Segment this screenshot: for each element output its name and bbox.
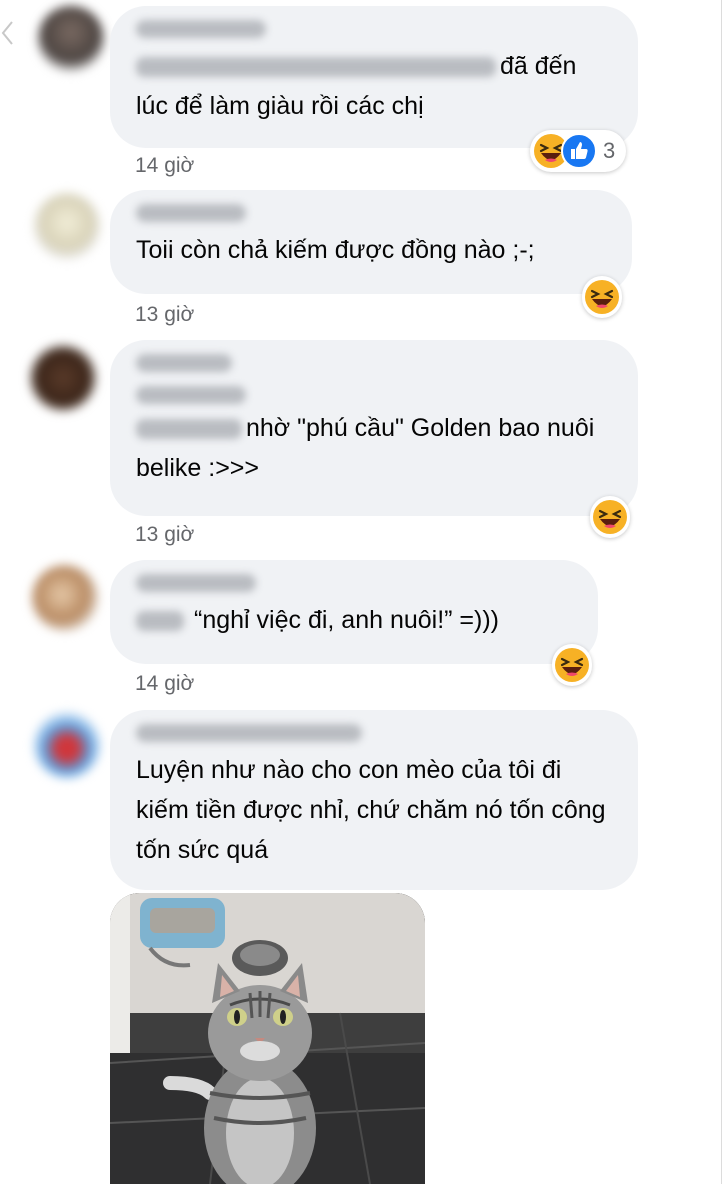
emoji-redacted — [136, 611, 184, 632]
author-name-redacted — [136, 354, 232, 372]
reactions-summary[interactable] — [552, 644, 592, 686]
comment-bubble[interactable]: Luyện như nào cho con mèo của tôi đi kiế… — [110, 710, 638, 890]
reactions-summary[interactable] — [582, 276, 622, 318]
comment-text-content: Luyện như nào cho con mèo của tôi đi kiế… — [136, 756, 606, 864]
author-name-redacted — [136, 386, 246, 404]
comment-bubble[interactable]: Toii còn chả kiếm được đồng nào ;-; — [110, 190, 632, 294]
comment-time[interactable]: 14 giờ — [135, 672, 194, 696]
comment-time[interactable]: 14 giờ — [135, 154, 194, 178]
avatar[interactable] — [34, 193, 100, 259]
avatar[interactable] — [32, 565, 98, 631]
avatar[interactable] — [34, 712, 100, 778]
comment-text: nhờ "phú cầu" Golden bao nuôi belike :>>… — [136, 408, 612, 488]
comment-text-content: “nghỉ việc đi, anh nuôi!” =))) — [194, 606, 500, 634]
comment-text: “nghỉ việc đi, anh nuôi!” =))) — [136, 600, 572, 640]
author-name-redacted — [136, 20, 266, 38]
avatar[interactable] — [38, 6, 104, 72]
reaction-count: 3 — [603, 138, 616, 163]
haha-icon — [593, 500, 627, 534]
author-name-redacted — [136, 724, 362, 742]
mention-redacted — [136, 419, 242, 440]
attached-photo[interactable] — [110, 893, 425, 1184]
haha-icon — [585, 280, 619, 314]
comment-bubble[interactable]: nhờ "phú cầu" Golden bao nuôi belike :>>… — [110, 340, 638, 516]
haha-icon — [555, 648, 589, 682]
author-name-redacted — [136, 574, 256, 592]
comment-time[interactable]: 13 giờ — [135, 523, 194, 547]
avatar[interactable] — [30, 345, 96, 411]
comment-text-content: Toii còn chả kiếm được đồng nào ;-; — [136, 236, 535, 264]
reactions-summary[interactable]: 3 — [530, 130, 627, 172]
cat-photo-image — [110, 893, 425, 1184]
like-icon — [561, 133, 597, 169]
reactions-summary[interactable] — [590, 496, 630, 538]
comment-time[interactable]: 13 giờ — [135, 303, 194, 327]
comment-bubble[interactable]: “nghỉ việc đi, anh nuôi!” =))) — [110, 560, 598, 664]
author-name-redacted — [136, 204, 246, 222]
comment-text: đã đến lúc để làm giàu rồi các chị — [136, 46, 612, 126]
comment-bubble[interactable]: đã đến lúc để làm giàu rồi các chị — [110, 6, 638, 148]
mention-redacted — [136, 57, 496, 78]
back-chevron-icon[interactable] — [0, 18, 14, 48]
